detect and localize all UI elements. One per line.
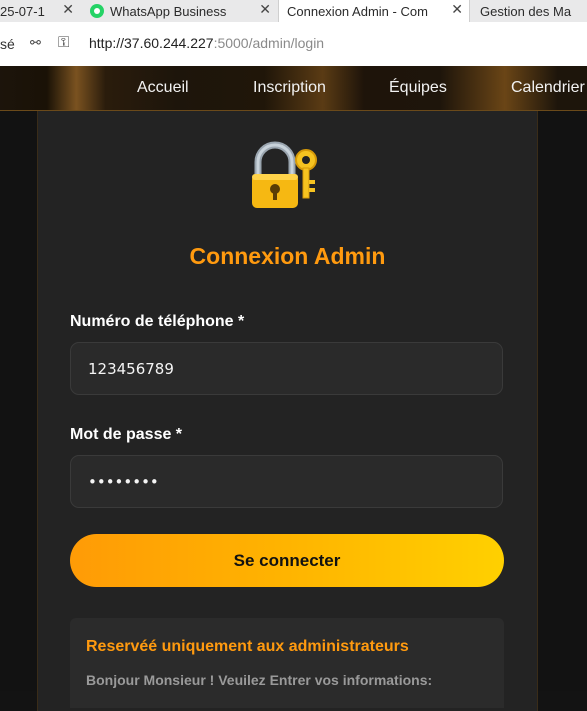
key-icon[interactable]: ⚿ xyxy=(58,34,69,51)
password-label: Mot de passe * xyxy=(70,426,183,443)
info-text: Bonjour Monsieur ! Veuilez Entrer vos in… xyxy=(86,672,433,688)
lock-with-key-icon xyxy=(252,141,317,208)
browser-tab-date[interactable]: 25-07-1 ✕ xyxy=(0,0,80,22)
nav-link-equipes[interactable]: Équipes xyxy=(389,79,447,97)
close-icon[interactable]: ✕ xyxy=(259,1,271,18)
admin-info-box: Reservéé uniquement aux administrateurs … xyxy=(70,618,504,708)
close-icon[interactable]: ✕ xyxy=(62,1,74,18)
password-input[interactable] xyxy=(70,455,503,508)
url-path: :5000/admin/login xyxy=(213,35,325,51)
site-navbar: Accueil Inscription Équipes Calendrier xyxy=(0,66,587,111)
page-title: Connexion Admin xyxy=(189,243,386,269)
address-bar[interactable]: sé ⚯ ⚿ http://37.60.244.227:5000/admin/l… xyxy=(0,22,587,67)
phone-input[interactable] xyxy=(70,342,503,395)
nav-link-accueil[interactable]: Accueil xyxy=(137,79,189,97)
whatsapp-icon xyxy=(90,4,104,18)
browser-tab-gestion[interactable]: Gestion des Ma xyxy=(480,0,587,22)
browser-tab-label: Gestion des Ma xyxy=(480,3,572,19)
browser-tab-whatsapp[interactable]: WhatsApp Business ✕ xyxy=(90,0,277,22)
login-button[interactable]: Se connecter xyxy=(70,534,504,587)
info-title: Reservéé uniquement aux administrateurs xyxy=(86,638,409,655)
phone-label: Numéro de téléphone * xyxy=(70,313,245,330)
nav-link-calendrier[interactable]: Calendrier xyxy=(511,79,585,97)
browser-tab-label: 25-07-1 xyxy=(0,3,45,19)
browser-tab-connexion-admin[interactable]: Connexion Admin - Com ✕ xyxy=(278,0,470,22)
url-host: http://37.60.244.227 xyxy=(89,35,214,51)
nav-link-inscription[interactable]: Inscription xyxy=(253,79,326,97)
close-icon[interactable]: ✕ xyxy=(451,1,463,18)
browser-tab-label: Connexion Admin - Com xyxy=(287,3,428,19)
browser-tab-strip: 25-07-1 ✕ WhatsApp Business ✕ Connexion … xyxy=(0,0,587,22)
url-text[interactable]: http://37.60.244.227:5000/admin/login xyxy=(89,35,324,51)
browser-tab-label: WhatsApp Business xyxy=(110,3,227,19)
permissions-icon[interactable]: ⚯ xyxy=(30,35,41,51)
address-bar-left-text: sé xyxy=(0,36,15,52)
